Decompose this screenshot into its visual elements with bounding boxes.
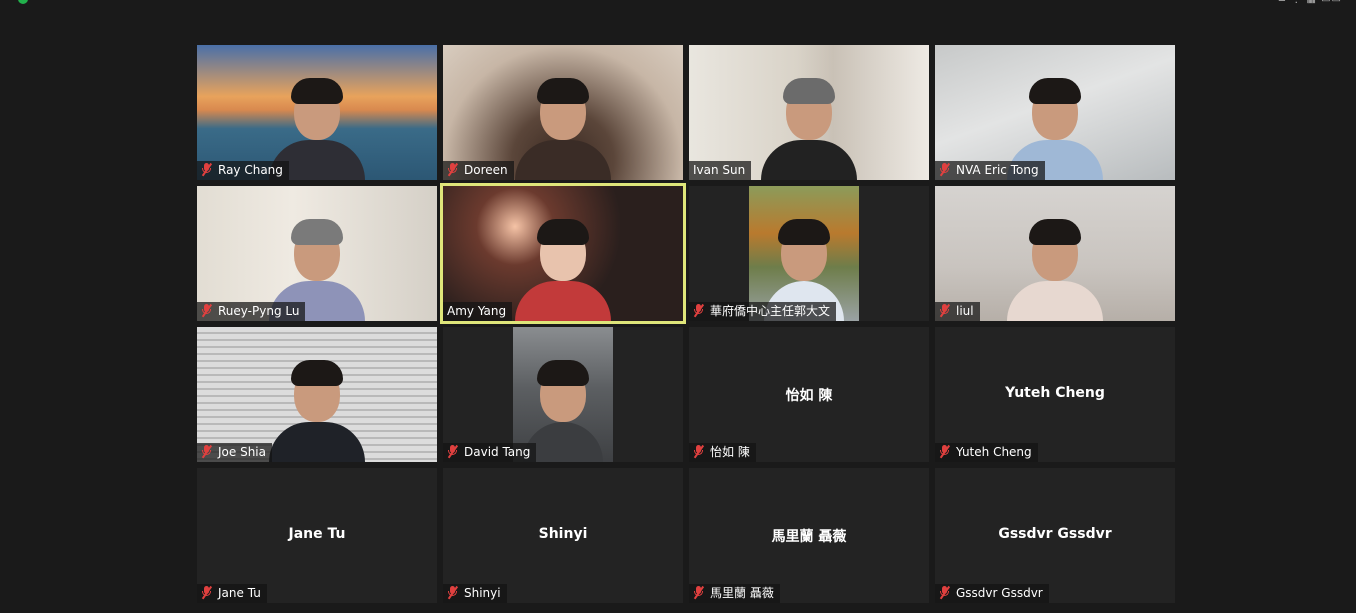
- participant-tile[interactable]: 華府僑中心主任郭大文: [689, 186, 929, 321]
- participant-figure: [515, 211, 611, 321]
- participant-name-label: 華府僑中心主任郭大文: [689, 302, 837, 321]
- participant-display-name: Gssdvr Gssdvr: [998, 526, 1112, 542]
- participant-name-label: Ruey-Pyng Lu: [197, 302, 306, 321]
- participant-display-name: Jane Tu: [288, 526, 346, 542]
- participant-video: [935, 186, 1175, 321]
- participant-tile-active-speaker[interactable]: Amy Yang: [440, 183, 686, 324]
- participant-name-label: Gssdvr Gssdvr: [935, 584, 1049, 603]
- participant-figure: [515, 70, 611, 180]
- participant-name-label: Amy Yang: [443, 302, 513, 321]
- participant-name: 怡如 陳: [710, 445, 750, 459]
- mic-muted-icon: [939, 303, 950, 318]
- participant-name-label: liul: [935, 302, 980, 321]
- participant-video: [689, 45, 929, 180]
- participant-tile[interactable]: 馬里蘭 聶薇 馬里蘭 聶薇: [689, 468, 929, 603]
- mic-muted-icon: [693, 444, 704, 459]
- mic-muted-icon: [447, 444, 458, 459]
- mic-muted-icon: [939, 444, 950, 459]
- participant-name: Ivan Sun: [693, 163, 746, 177]
- participant-name: 華府僑中心主任郭大文: [710, 304, 831, 318]
- participant-tile[interactable]: Ray Chang: [197, 45, 437, 180]
- participant-tile[interactable]: Ivan Sun: [689, 45, 929, 180]
- mic-muted-icon: [201, 585, 212, 600]
- participant-name: Jane Tu: [218, 586, 261, 600]
- mic-muted-icon: [201, 162, 212, 177]
- mic-muted-icon: [447, 162, 458, 177]
- participant-tile[interactable]: NVA Eric Tong: [935, 45, 1175, 180]
- participant-video: [443, 186, 683, 321]
- participant-video: [197, 186, 437, 321]
- participant-tile[interactable]: David Tang: [443, 327, 683, 462]
- participant-tile[interactable]: Gssdvr Gssdvr Gssdvr Gssdvr: [935, 468, 1175, 603]
- participant-video: [443, 45, 683, 180]
- participant-name: Joe Shia: [218, 445, 266, 459]
- mic-muted-icon: [693, 585, 704, 600]
- participant-tile[interactable]: Doreen: [443, 45, 683, 180]
- participant-name-label: Doreen: [443, 161, 514, 180]
- participant-name-label: Joe Shia: [197, 443, 272, 462]
- participant-name: Shinyi: [464, 586, 501, 600]
- participant-tile[interactable]: 怡如 陳 怡如 陳: [689, 327, 929, 462]
- participant-name: Yuteh Cheng: [956, 445, 1032, 459]
- participant-name: 馬里蘭 聶薇: [710, 586, 774, 600]
- mic-muted-icon: [939, 162, 950, 177]
- mic-muted-icon: [201, 444, 212, 459]
- participant-display-name: Shinyi: [538, 526, 588, 542]
- participant-tile[interactable]: Ruey-Pyng Lu: [197, 186, 437, 321]
- participant-name-label: 馬里蘭 聶薇: [689, 584, 780, 603]
- mic-muted-icon: [201, 303, 212, 318]
- participant-display-name: Yuteh Cheng: [1005, 385, 1105, 401]
- participant-figure: [761, 70, 857, 180]
- participant-name: Ruey-Pyng Lu: [218, 304, 300, 318]
- participant-name-label: 怡如 陳: [689, 443, 756, 462]
- connection-status-icon: [18, 0, 28, 4]
- participant-name-label: David Tang: [443, 443, 537, 462]
- participant-figure: [1007, 211, 1103, 321]
- mic-muted-icon: [447, 585, 458, 600]
- participant-name: Ray Chang: [218, 163, 283, 177]
- participant-tile[interactable]: liul: [935, 186, 1175, 321]
- participant-tile[interactable]: Shinyi Shinyi: [443, 468, 683, 603]
- participant-name: Doreen: [464, 163, 508, 177]
- participant-video: [197, 327, 437, 462]
- participant-figure: [269, 352, 365, 462]
- participant-name-label: Yuteh Cheng: [935, 443, 1038, 462]
- participant-name: David Tang: [464, 445, 531, 459]
- participant-name-label: Ray Chang: [197, 161, 289, 180]
- mic-muted-icon: [693, 303, 704, 318]
- participant-name: liul: [956, 304, 974, 318]
- participant-name: Gssdvr Gssdvr: [956, 586, 1043, 600]
- participant-name-label: NVA Eric Tong: [935, 161, 1045, 180]
- mic-muted-icon: [939, 585, 950, 600]
- participant-tile[interactable]: Joe Shia: [197, 327, 437, 462]
- view-controls[interactable]: ≡ ⋮ ▦ ▭▭: [1278, 0, 1342, 5]
- participant-name-label: Ivan Sun: [689, 161, 752, 180]
- gallery-view: Ray Chang Doreen Ivan Sun NVA Eric Tong …: [197, 45, 1175, 603]
- participant-name-label: Jane Tu: [197, 584, 267, 603]
- participant-display-name: 怡如 陳: [785, 388, 833, 404]
- participant-video: [749, 186, 859, 321]
- participant-video: [935, 45, 1175, 180]
- top-bar: ≡ ⋮ ▦ ▭▭: [0, 0, 1356, 8]
- participant-video: [197, 45, 437, 180]
- participant-display-name: 馬里蘭 聶薇: [771, 529, 847, 545]
- participant-name: Amy Yang: [447, 304, 507, 318]
- participant-name: NVA Eric Tong: [956, 163, 1039, 177]
- participant-video: [513, 327, 613, 462]
- participant-name-label: Shinyi: [443, 584, 507, 603]
- participant-tile[interactable]: Yuteh Cheng Yuteh Cheng: [935, 327, 1175, 462]
- participant-tile[interactable]: Jane Tu Jane Tu: [197, 468, 437, 603]
